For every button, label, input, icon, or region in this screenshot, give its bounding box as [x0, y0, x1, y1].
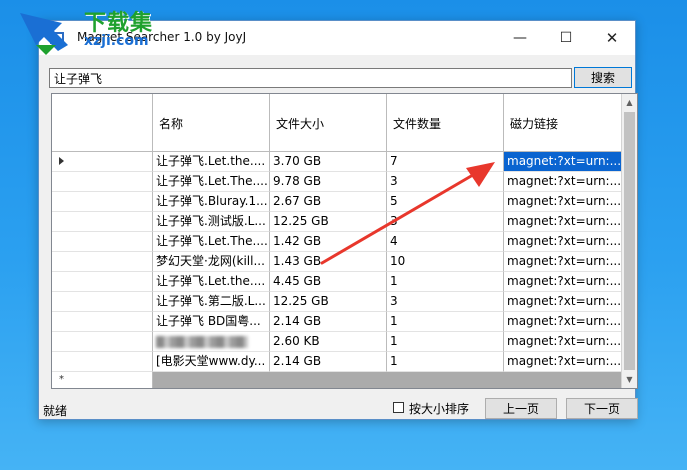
- row-header[interactable]: [52, 192, 153, 212]
- status-text: 就绪: [43, 404, 68, 418]
- sort-by-size-checkbox[interactable]: [393, 402, 404, 413]
- table-cell-count[interactable]: 10: [387, 252, 504, 272]
- table-cell-count[interactable]: 1: [387, 352, 504, 372]
- sort-by-size-label[interactable]: 按大小排序: [409, 400, 469, 417]
- current-row-icon: [59, 157, 64, 165]
- table-cell-count[interactable]: 3: [387, 292, 504, 312]
- table-cell-size[interactable]: 4.45 GB: [270, 272, 387, 292]
- table-cell-size[interactable]: 2.14 GB: [270, 312, 387, 332]
- table-cell-count[interactable]: 3: [387, 172, 504, 192]
- table-cell-link[interactable]: magnet:?xt=urn:...: [504, 172, 622, 192]
- scroll-down-icon[interactable]: ▼: [622, 371, 637, 388]
- table-cell-name[interactable]: 让子弹飞 BD国粤...: [153, 312, 270, 332]
- row-header[interactable]: [52, 252, 153, 272]
- table-cell-count[interactable]: 4: [387, 232, 504, 252]
- column-header-name[interactable]: 名称: [153, 94, 270, 152]
- row-header[interactable]: [52, 272, 153, 292]
- table-cell-size[interactable]: 9.78 GB: [270, 172, 387, 192]
- redacted-text: [156, 335, 248, 348]
- row-header[interactable]: [52, 212, 153, 232]
- table-cell-name[interactable]: 让子弹飞.测试版.L...: [153, 212, 270, 232]
- row-header[interactable]: [52, 292, 153, 312]
- row-header[interactable]: [52, 152, 153, 172]
- scroll-up-icon[interactable]: ▲: [622, 94, 637, 111]
- app-window: Magnet Searcher 1.0 by JoyJ — ☐ ✕ 搜索 名称 …: [38, 20, 638, 420]
- table-cell-count[interactable]: 1: [387, 332, 504, 352]
- table-cell-link[interactable]: magnet:?xt=urn:...: [504, 352, 622, 372]
- table-cell-name[interactable]: 让子弹飞.Let.the....: [153, 272, 270, 292]
- column-header-size[interactable]: 文件大小: [270, 94, 387, 152]
- prev-page-button[interactable]: 上一页: [485, 398, 557, 419]
- next-page-button[interactable]: 下一页: [566, 398, 638, 419]
- table-cell-count[interactable]: 7: [387, 152, 504, 172]
- minimize-button[interactable]: —: [497, 21, 543, 55]
- table-cell-name[interactable]: 让子弹飞.Let.the....: [153, 152, 270, 172]
- results-grid[interactable]: 名称 文件大小 文件数量 磁力链接 让子弹飞.Let.the.... 3.70 G…: [51, 93, 638, 389]
- table-cell-link[interactable]: magnet:?xt=urn:...: [504, 252, 622, 272]
- table-cell-name[interactable]: 让子弹飞.Let.The....: [153, 172, 270, 192]
- table-cell-name[interactable]: [电影天堂www.dy...: [153, 352, 270, 372]
- table-cell-count[interactable]: 1: [387, 272, 504, 292]
- table-cell-size[interactable]: 12.25 GB: [270, 292, 387, 312]
- download-arrow-icon: [20, 13, 68, 55]
- row-header[interactable]: [52, 332, 153, 352]
- watermark-domain: xzji.com: [84, 33, 149, 49]
- row-header[interactable]: [52, 312, 153, 332]
- table-cell-count[interactable]: 1: [387, 312, 504, 332]
- table-cell-link[interactable]: magnet:?xt=urn:...: [504, 272, 622, 292]
- row-header[interactable]: [52, 172, 153, 192]
- table-cell-count[interactable]: 3: [387, 212, 504, 232]
- table-cell-link[interactable]: magnet:?xt=urn:...: [504, 332, 622, 352]
- table-cell-size[interactable]: 2.14 GB: [270, 352, 387, 372]
- column-header-link[interactable]: 磁力链接: [504, 94, 622, 152]
- table-cell-name[interactable]: 让子弹飞.Let.The....: [153, 232, 270, 252]
- row-header[interactable]: [52, 232, 153, 252]
- scroll-thumb[interactable]: [624, 112, 635, 370]
- table-cell-size[interactable]: 12.25 GB: [270, 212, 387, 232]
- table-cell-name[interactable]: 梦幻天堂·龙网(kill...: [153, 252, 270, 272]
- table-cell-size[interactable]: 2.60 KB: [270, 332, 387, 352]
- maximize-button[interactable]: ☐: [543, 21, 589, 55]
- table-cell-link[interactable]: magnet:?xt=urn:...: [504, 152, 622, 172]
- table-cell-link[interactable]: magnet:?xt=urn:...: [504, 312, 622, 332]
- table-cell-link[interactable]: magnet:?xt=urn:...: [504, 212, 622, 232]
- table-cell-name[interactable]: 让子弹飞.Bluray.1...: [153, 192, 270, 212]
- row-header[interactable]: [52, 352, 153, 372]
- table-cell-link[interactable]: magnet:?xt=urn:...: [504, 292, 622, 312]
- table-cell-size[interactable]: 2.67 GB: [270, 192, 387, 212]
- table-cell-size[interactable]: 1.43 GB: [270, 252, 387, 272]
- search-button[interactable]: 搜索: [574, 67, 632, 88]
- table-cell-link[interactable]: magnet:?xt=urn:...: [504, 232, 622, 252]
- table-cell-count[interactable]: 5: [387, 192, 504, 212]
- table-cell-name[interactable]: [153, 332, 270, 352]
- close-button[interactable]: ✕: [589, 21, 635, 55]
- row-header-corner: [52, 94, 153, 152]
- watermark-logo: 下载集 xzji.com: [10, 5, 190, 67]
- column-header-count[interactable]: 文件数量: [387, 94, 504, 152]
- table-cell-link[interactable]: magnet:?xt=urn:...: [504, 192, 622, 212]
- table-cell-size[interactable]: 3.70 GB: [270, 152, 387, 172]
- vertical-scrollbar[interactable]: ▲ ▼: [621, 94, 637, 388]
- search-input[interactable]: [49, 68, 572, 88]
- new-row-icon: *: [59, 374, 64, 385]
- table-cell-size[interactable]: 1.42 GB: [270, 232, 387, 252]
- new-row-header[interactable]: *: [52, 372, 153, 388]
- table-cell-name[interactable]: 让子弹飞.第二版.L...: [153, 292, 270, 312]
